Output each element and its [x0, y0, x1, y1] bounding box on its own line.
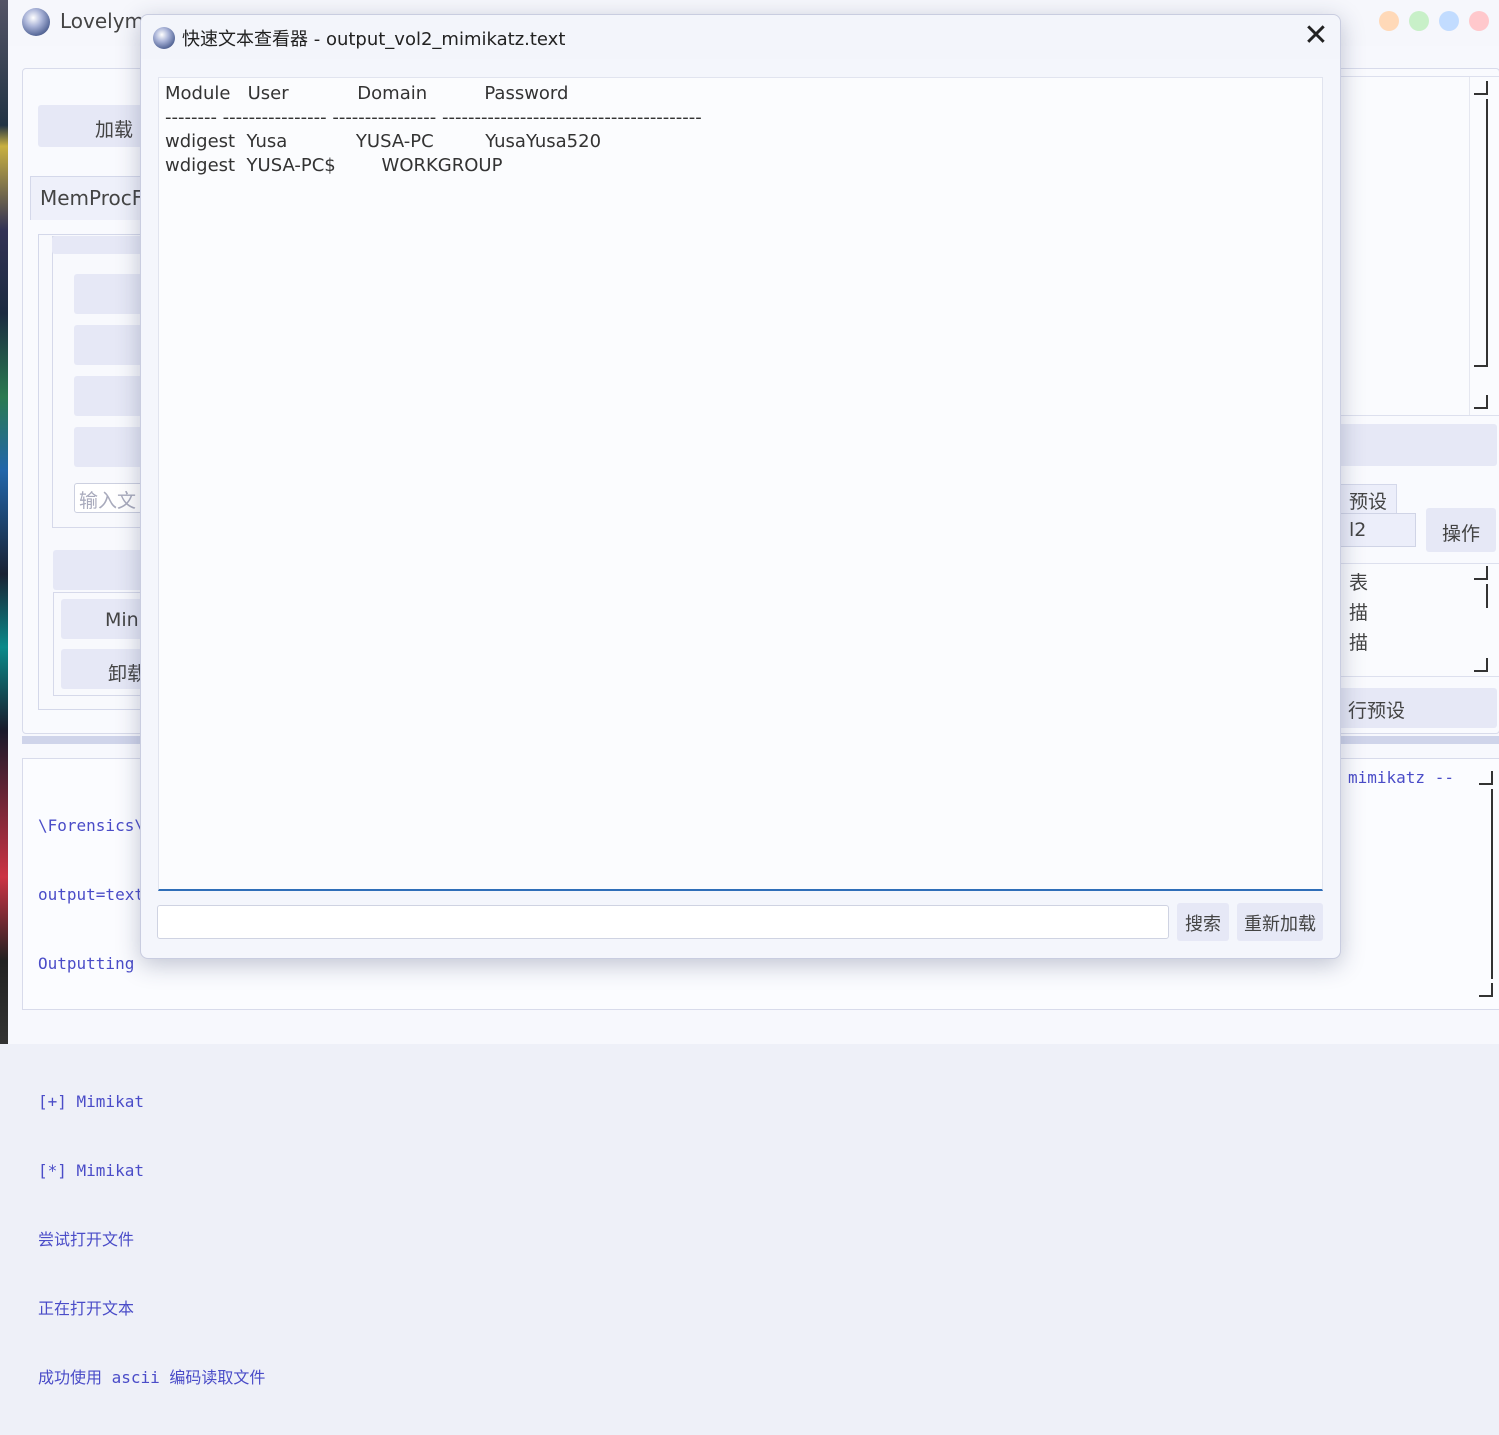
text-line: wdigest Yusa YUSA-PC YusaYusa520 [165, 131, 602, 152]
scrollbar-thumb[interactable] [1486, 99, 1488, 367]
list-item[interactable]: 描 [1349, 598, 1368, 625]
text-viewer-area[interactable]: Module User Domain Password -------- ---… [158, 77, 1323, 891]
scrollbar-thumb[interactable] [1491, 789, 1493, 979]
close-icon[interactable]: ✕ [1299, 21, 1333, 51]
log-line: 成功使用 ascii 编码读取文件 [38, 1368, 266, 1387]
text-line: wdigest YUSA-PC$ WORKGROUP [165, 155, 503, 176]
right-wide-button[interactable] [1338, 424, 1497, 466]
tab-presets[interactable]: 预设 [1338, 484, 1397, 514]
text-line: Module User Domain Password [165, 83, 569, 104]
run-preset-button[interactable]: 行预设 [1338, 688, 1497, 728]
search-input[interactable] [157, 905, 1169, 939]
desktop-background-strip [0, 0, 8, 1044]
app-logo-icon [153, 27, 175, 49]
scroll-down-icon[interactable] [1474, 395, 1488, 409]
theme-orange-button[interactable] [1379, 11, 1399, 31]
log-line: 尝试打开文件 [38, 1230, 135, 1249]
scroll-down-icon[interactable] [1474, 658, 1488, 672]
preset-list[interactable]: 表 描 描 [1338, 563, 1499, 677]
reload-button[interactable]: 重新加载 [1237, 903, 1323, 941]
scroll-up-icon[interactable] [1479, 771, 1493, 785]
scrollbar-track [1469, 77, 1470, 415]
list-item[interactable]: 描 [1349, 628, 1368, 655]
unload-button[interactable]: 卸载 [61, 649, 151, 689]
scrollbar-thumb[interactable] [1486, 584, 1488, 608]
log-line-fragment: mimikatz -- [1348, 768, 1454, 787]
app-title: Lovelym [60, 9, 145, 33]
quick-text-viewer-dialog: 快速文本查看器 - output_vol2_mimikatz.text ✕ Mo… [140, 14, 1341, 959]
log-line: 正在打开文本 [38, 1299, 135, 1318]
text-line: -------- ---------------- --------------… [165, 107, 702, 128]
app-logo-icon [22, 8, 50, 36]
theme-blue-button[interactable] [1439, 11, 1459, 31]
scroll-up-icon[interactable] [1474, 566, 1488, 580]
log-line: [*] Mimikat [38, 1161, 144, 1180]
scroll-up-icon[interactable] [1474, 81, 1488, 95]
log-line: [+] Mimikat [38, 1092, 144, 1111]
search-button[interactable]: 搜索 [1177, 903, 1229, 941]
mimikatz-button[interactable]: Min [61, 599, 151, 639]
operate-button[interactable]: 操作 [1426, 508, 1496, 552]
scroll-down-icon[interactable] [1479, 983, 1493, 997]
right-output-area[interactable] [1338, 76, 1499, 416]
dialog-titlebar[interactable]: 快速文本查看器 - output_vol2_mimikatz.text ✕ [141, 15, 1340, 59]
theme-red-button[interactable] [1469, 11, 1489, 31]
list-item[interactable]: 表 [1349, 568, 1368, 595]
scrollbar-thumb-end [1474, 353, 1488, 367]
preset-select[interactable]: l2 [1338, 513, 1416, 547]
theme-green-button[interactable] [1409, 11, 1429, 31]
dialog-title: 快速文本查看器 - output_vol2_mimikatz.text [182, 29, 566, 50]
